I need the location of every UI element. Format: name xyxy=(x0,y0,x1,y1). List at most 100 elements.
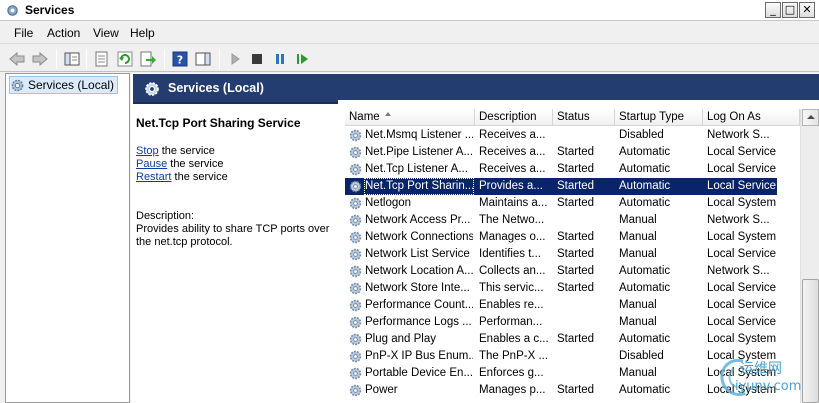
window-title: Services xyxy=(25,3,75,17)
table-row[interactable]: Network Connections Manages o... Started Ma… xyxy=(345,229,777,246)
action-pane-icon[interactable] xyxy=(194,50,212,68)
cell-startup-type: Automatic xyxy=(619,265,671,277)
column-header-log-on-as[interactable]: Log On As xyxy=(703,109,800,126)
cell-status: Started xyxy=(557,384,595,396)
start-service-icon[interactable] xyxy=(226,50,244,68)
toolbar-separator xyxy=(56,49,57,69)
cell-description: Enables a c... xyxy=(479,333,549,345)
service-gear-icon xyxy=(349,316,362,329)
cell-log-on-as: Local Service xyxy=(707,282,777,294)
back-arrow-icon[interactable] xyxy=(8,50,26,68)
tree-item-services-local[interactable]: Services (Local) xyxy=(9,76,119,94)
toolbar-separator xyxy=(164,49,165,69)
table-row[interactable]: Net.Pipe Listener A... Receives a... Start… xyxy=(345,144,777,161)
service-description: Provides ability to share TCP ports over… xyxy=(136,223,336,249)
restart-service-icon[interactable] xyxy=(294,50,312,68)
cell-description: Collects an... xyxy=(479,265,546,277)
restart-link-suffix: the service xyxy=(171,171,228,183)
cell-description: Receives a... xyxy=(479,163,546,175)
close-button[interactable]: ✕ xyxy=(799,2,815,18)
description-label: Description: xyxy=(136,210,195,222)
service-gear-icon xyxy=(349,282,362,295)
export-list-icon[interactable] xyxy=(139,50,157,68)
cell-name: Performance Logs ... xyxy=(365,316,472,328)
cell-status xyxy=(557,348,615,365)
column-header-description[interactable]: Description xyxy=(475,109,553,126)
pause-link[interactable]: Pause xyxy=(136,158,167,170)
service-gear-icon xyxy=(349,129,362,142)
cell-description: Manages o... xyxy=(479,231,546,243)
cell-startup-type: Automatic xyxy=(619,197,671,209)
pause-service-icon[interactable] xyxy=(271,50,289,68)
cell-status xyxy=(557,297,615,314)
service-gear-icon xyxy=(349,299,362,312)
help-icon[interactable]: ? xyxy=(171,50,189,68)
cell-name: Net.Msmq Listener ... xyxy=(365,129,473,141)
column-header-name[interactable]: Name xyxy=(345,109,475,126)
pane-header: Services (Local) xyxy=(133,74,819,104)
cell-description: Manages p... xyxy=(479,384,546,396)
table-row[interactable]: Netlogon Maintains a... Started Automatic Lo… xyxy=(345,195,777,212)
cell-name: Net.Pipe Listener A... xyxy=(365,146,473,158)
column-header-startup-type[interactable]: Startup Type xyxy=(615,109,703,126)
stop-link-suffix: the service xyxy=(158,145,215,157)
cell-status: Started xyxy=(557,265,595,277)
service-gear-icon xyxy=(349,180,362,193)
table-row[interactable]: Net.Tcp Port Sharin... Provides a... Start… xyxy=(345,178,777,195)
cell-status: Started xyxy=(557,333,595,345)
cell-startup-type: Automatic xyxy=(619,146,671,158)
column-header-status[interactable]: Status xyxy=(553,109,615,126)
show-hide-console-tree-icon[interactable] xyxy=(63,50,81,68)
title-bar: Services _ □ ✕ xyxy=(0,0,819,21)
maximize-button[interactable]: □ xyxy=(782,2,798,18)
cell-startup-type: Manual xyxy=(619,231,657,243)
cell-startup-type: Automatic xyxy=(619,180,671,192)
table-row[interactable]: Network List Service Identifies t... Start… xyxy=(345,246,777,263)
services-gear-icon xyxy=(7,5,18,16)
table-row[interactable]: Net.Tcp Listener A... Receives a... Starte… xyxy=(345,161,777,178)
refresh-icon[interactable] xyxy=(116,50,134,68)
table-row[interactable]: Performance Logs ... Performan... Manual Lo… xyxy=(345,314,777,331)
cell-status: Started xyxy=(557,282,595,294)
description-line: the net.tcp protocol. xyxy=(136,236,233,248)
cell-startup-type: Disabled xyxy=(619,129,664,141)
restart-action: Restart the service xyxy=(136,171,228,183)
cell-description: Performan... xyxy=(479,316,543,328)
menu-action[interactable]: Action xyxy=(47,26,80,40)
forward-arrow-icon[interactable] xyxy=(31,50,49,68)
stop-link[interactable]: Stop xyxy=(136,145,159,157)
cell-startup-type: Manual xyxy=(619,248,657,260)
table-row[interactable]: Network Location A... Collects an... Start… xyxy=(345,263,777,280)
table-row[interactable]: Network Access Pr... The Netwo... Manual Ne… xyxy=(345,212,777,229)
services-gear-icon xyxy=(11,79,24,91)
table-row[interactable]: Performance Count... Enables re... Manual L… xyxy=(345,297,777,314)
properties-icon[interactable] xyxy=(93,50,111,68)
menu-help[interactable]: Help xyxy=(130,26,155,40)
toolbar-separator xyxy=(86,49,87,69)
cell-log-on-as: Local Service xyxy=(707,146,777,158)
cell-name: Portable Device En... xyxy=(365,367,473,379)
cell-log-on-as: Local System xyxy=(707,231,777,243)
restart-link[interactable]: Restart xyxy=(136,171,171,183)
pane-tab-notch xyxy=(338,100,819,104)
service-gear-icon xyxy=(349,333,362,346)
pause-action: Pause the service xyxy=(136,158,223,170)
cell-status xyxy=(557,314,615,331)
column-header-label: Name xyxy=(349,111,380,123)
tree-item-label: Services (Local) xyxy=(28,78,115,92)
cell-status: Started xyxy=(557,180,595,192)
service-gear-icon xyxy=(349,197,362,210)
table-row[interactable]: Plug and Play Enables a c... Started Automa… xyxy=(345,331,777,348)
toolbar: ? xyxy=(0,45,819,72)
cell-description: The Netwo... xyxy=(479,214,545,226)
table-row[interactable]: Network Store Inte... This servic... Start… xyxy=(345,280,777,297)
menu-file[interactable]: File xyxy=(14,26,33,40)
cell-name: Net.Tcp Listener A... xyxy=(365,163,468,175)
minimize-button[interactable]: _ xyxy=(765,2,781,18)
cell-startup-type: Manual xyxy=(619,367,657,379)
table-row[interactable]: Net.Msmq Listener ... Receives a... Disabl… xyxy=(345,127,777,144)
toolbar-separator xyxy=(219,49,220,69)
stop-service-icon[interactable] xyxy=(248,50,266,68)
menu-view[interactable]: View xyxy=(93,26,119,40)
scroll-up-arrow-icon[interactable] xyxy=(802,109,819,126)
